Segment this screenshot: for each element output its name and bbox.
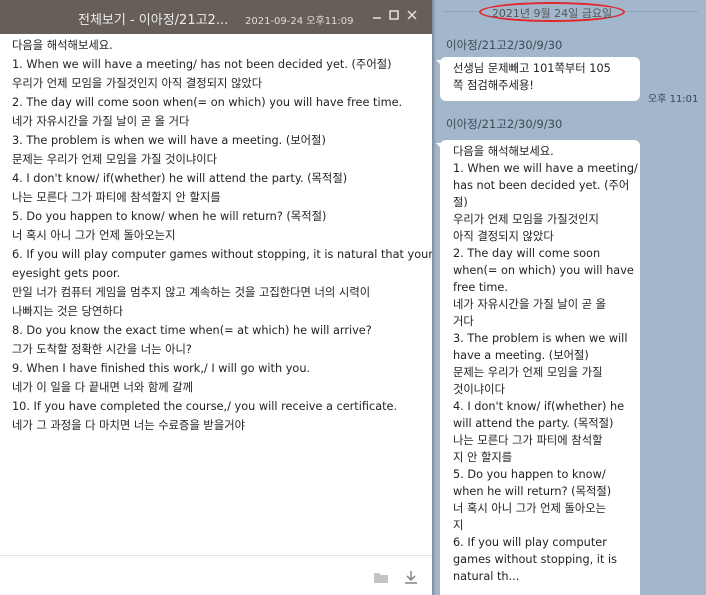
- message-line: 6. If you will play computer: [453, 536, 607, 549]
- message-line: 쪽 점검해주세용!: [453, 79, 534, 92]
- text-line: 2. The day will come soon when(= on whic…: [12, 96, 403, 109]
- text-line: 우리가 언제 모임을 가질것인지 아직 결정되지 않았다: [12, 77, 263, 90]
- full-view-window: 전체보기 - 이아정/21고2... 2021-09-24 오후11:09 다음…: [0, 0, 433, 595]
- message-line: 1. When we will have a meeting/: [453, 162, 638, 175]
- text-line: 네가 자유시간을 가질 날이 곧 올 거다: [12, 115, 190, 128]
- window-title-date: 2021-09-24 오후11:09: [245, 16, 354, 27]
- close-icon[interactable]: [405, 8, 419, 22]
- minimize-icon[interactable]: [370, 8, 384, 22]
- window-shadow: [432, 0, 436, 595]
- message-line: 3. The problem is when we will: [453, 332, 628, 345]
- text-line: eyesight gets poor.: [12, 267, 121, 280]
- message-line: 거다: [453, 315, 474, 328]
- text-line: 1. When we will have a meeting/ has not …: [12, 58, 392, 71]
- message-line: 나는 모른다 그가 파티에 참석할: [453, 434, 603, 447]
- date-divider-label: 2021년 9월 24일 금요일: [479, 2, 625, 22]
- message-line: 절): [453, 196, 468, 209]
- message-line: 선생님 문제빼고 101쪽부터 105: [453, 62, 611, 75]
- text-line: 네가 이 일을 다 끝내면 너와 함께 갈께: [12, 381, 194, 394]
- message-line: 너 혹시 아니 그가 언제 돌아오는: [453, 502, 607, 515]
- message-line: 지 안 할지를: [453, 451, 513, 464]
- message-line: 네가 자유시간을 가질 날이 곧 올: [453, 298, 607, 311]
- message-sender: 이아정/21고2/30/9/30: [446, 117, 563, 131]
- message-line: 5. Do you happen to know/: [453, 468, 606, 481]
- text-line: 4. I don't know/ if(whether) he will att…: [12, 172, 348, 185]
- folder-icon[interactable]: [373, 569, 389, 583]
- text-line: 너 혹시 아니 그가 언제 돌아오는지: [12, 229, 176, 242]
- message-line: 2. The day will come soon: [453, 247, 601, 260]
- message-sender: 이아정/21고2/30/9/30: [446, 38, 563, 52]
- message-line: has not been decided yet. (주어: [453, 179, 630, 192]
- window-title: 전체보기 - 이아정/21고2...: [78, 13, 229, 28]
- message-bubble[interactable]: 선생님 문제빼고 101쪽부터 105 쪽 점검해주세용!: [440, 57, 640, 101]
- message-line: 것이냐이다: [453, 383, 505, 396]
- text-line: 8. Do you know the exact time when(= at …: [12, 324, 372, 337]
- message-line: 문제는 우리가 언제 모임을 가질: [453, 366, 603, 379]
- message-line: 아직 결정되지 않았다: [453, 230, 554, 243]
- text-line: 6. If you will play computer games witho…: [12, 248, 433, 261]
- footer-divider: [0, 555, 432, 556]
- message-line: have a meeting. (보어절): [453, 349, 589, 362]
- text-line: 5. Do you happen to know/ when he will r…: [12, 210, 327, 223]
- message-line: when(= on which) you will have: [453, 264, 634, 277]
- message-line: 다음을 해석해보세요.: [453, 145, 554, 158]
- text-line: 만일 너가 컴퓨터 게임을 멈추지 않고 계속하는 것을 고집한다면 너의 시력…: [12, 286, 371, 299]
- text-line: 네가 그 과정을 다 마치면 너는 수료증을 받을거야: [12, 419, 246, 432]
- title-bar[interactable]: 전체보기 - 이아정/21고2... 2021-09-24 오후11:09: [0, 0, 432, 34]
- message-line: free time.: [453, 281, 508, 294]
- text-line: 나는 모른다 그가 파티에 참석할지 안 할지를: [12, 191, 221, 204]
- maximize-icon[interactable]: [387, 8, 401, 22]
- message-line: will attend the party. (목적절): [453, 417, 614, 430]
- text-line: 9. When I have finished this work,/ I wi…: [12, 362, 311, 375]
- message-line: 4. I don't know/ if(whether) he: [453, 400, 625, 413]
- message-line: 지: [453, 519, 464, 532]
- message-line: natural th...: [453, 570, 520, 583]
- text-line: 10. If you have completed the course,/ y…: [12, 400, 398, 413]
- text-line: 문제는 우리가 언제 모임을 가질 것이냐이다: [12, 153, 218, 166]
- message-bubble[interactable]: 다음을 해석해보세요. 1. When we will have a meeti…: [440, 140, 640, 595]
- text-line: 나빠지는 것은 당연하다: [12, 305, 124, 318]
- message-line: when he will return? (목적절): [453, 485, 612, 498]
- text-line: 그가 도착할 정확한 시간을 너는 아니?: [12, 343, 192, 356]
- message-line: games without stopping, it is: [453, 553, 617, 566]
- message-line: 우리가 언제 모임을 가질것인지: [453, 213, 599, 226]
- text-line: 다음을 해석해보세요.: [12, 39, 113, 52]
- text-line: 3. The problem is when we will have a me…: [12, 134, 326, 147]
- message-time: 오후 11:01: [648, 94, 699, 105]
- download-icon[interactable]: [403, 569, 419, 584]
- message-full-text[interactable]: 다음을 해석해보세요. 1. When we will have a meeti…: [12, 36, 433, 435]
